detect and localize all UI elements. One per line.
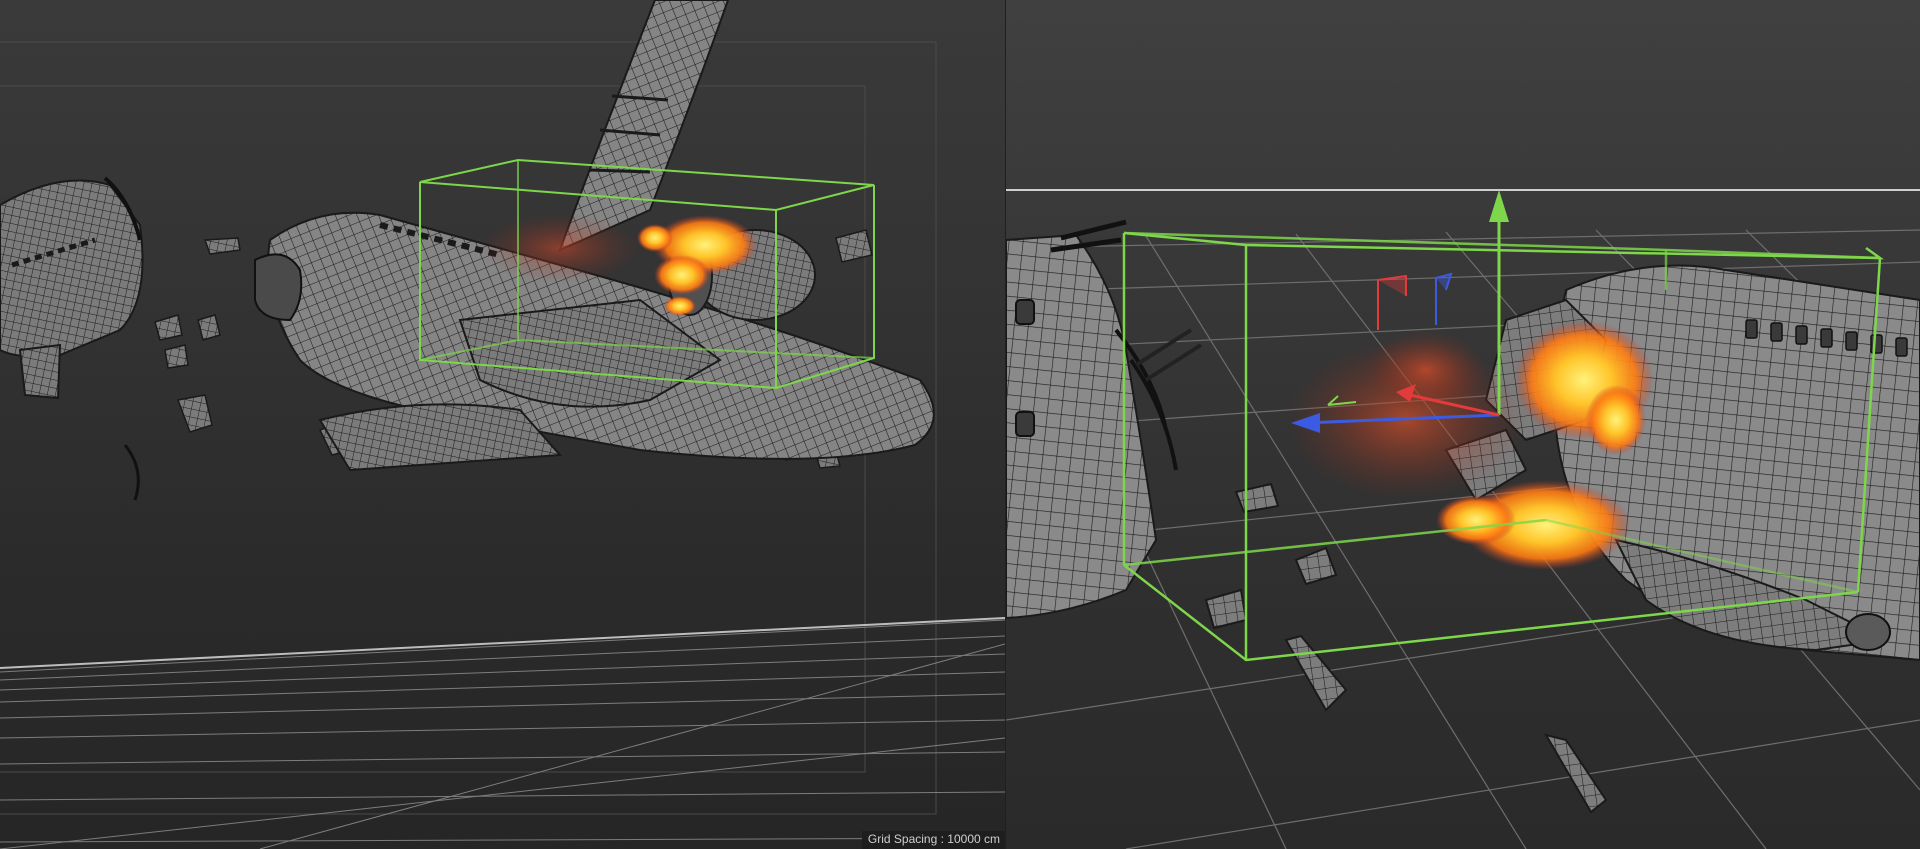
viewport-left-canvas[interactable] (0, 0, 1005, 849)
gizmo-plane-yz-icon[interactable] (1435, 272, 1453, 325)
fuselage-rear-section[interactable] (1006, 219, 1203, 620)
viewport-right[interactable] (1006, 0, 1920, 849)
gizmo-plane-xy-icon[interactable] (1377, 274, 1407, 330)
viewport-right-canvas[interactable] (1006, 0, 1920, 849)
ground-grid (0, 619, 1005, 849)
dual-viewport-app: Grid Spacing : 10000 cm (0, 0, 1920, 849)
debris-cable (123, 444, 140, 501)
viewport-left[interactable]: Grid Spacing : 10000 cm (0, 0, 1005, 849)
grid-spacing-readout: Grid Spacing : 10000 cm (861, 831, 1005, 849)
grid-spacing-label: Grid Spacing (867, 832, 938, 846)
gizmo-y-arrow-icon[interactable] (1489, 190, 1509, 222)
grid-spacing-value: 10000 cm (947, 832, 1000, 846)
grid-spacing-separator: : (937, 832, 948, 846)
fuselage-rear-section[interactable] (0, 176, 144, 400)
tail-fin[interactable] (558, 0, 730, 252)
